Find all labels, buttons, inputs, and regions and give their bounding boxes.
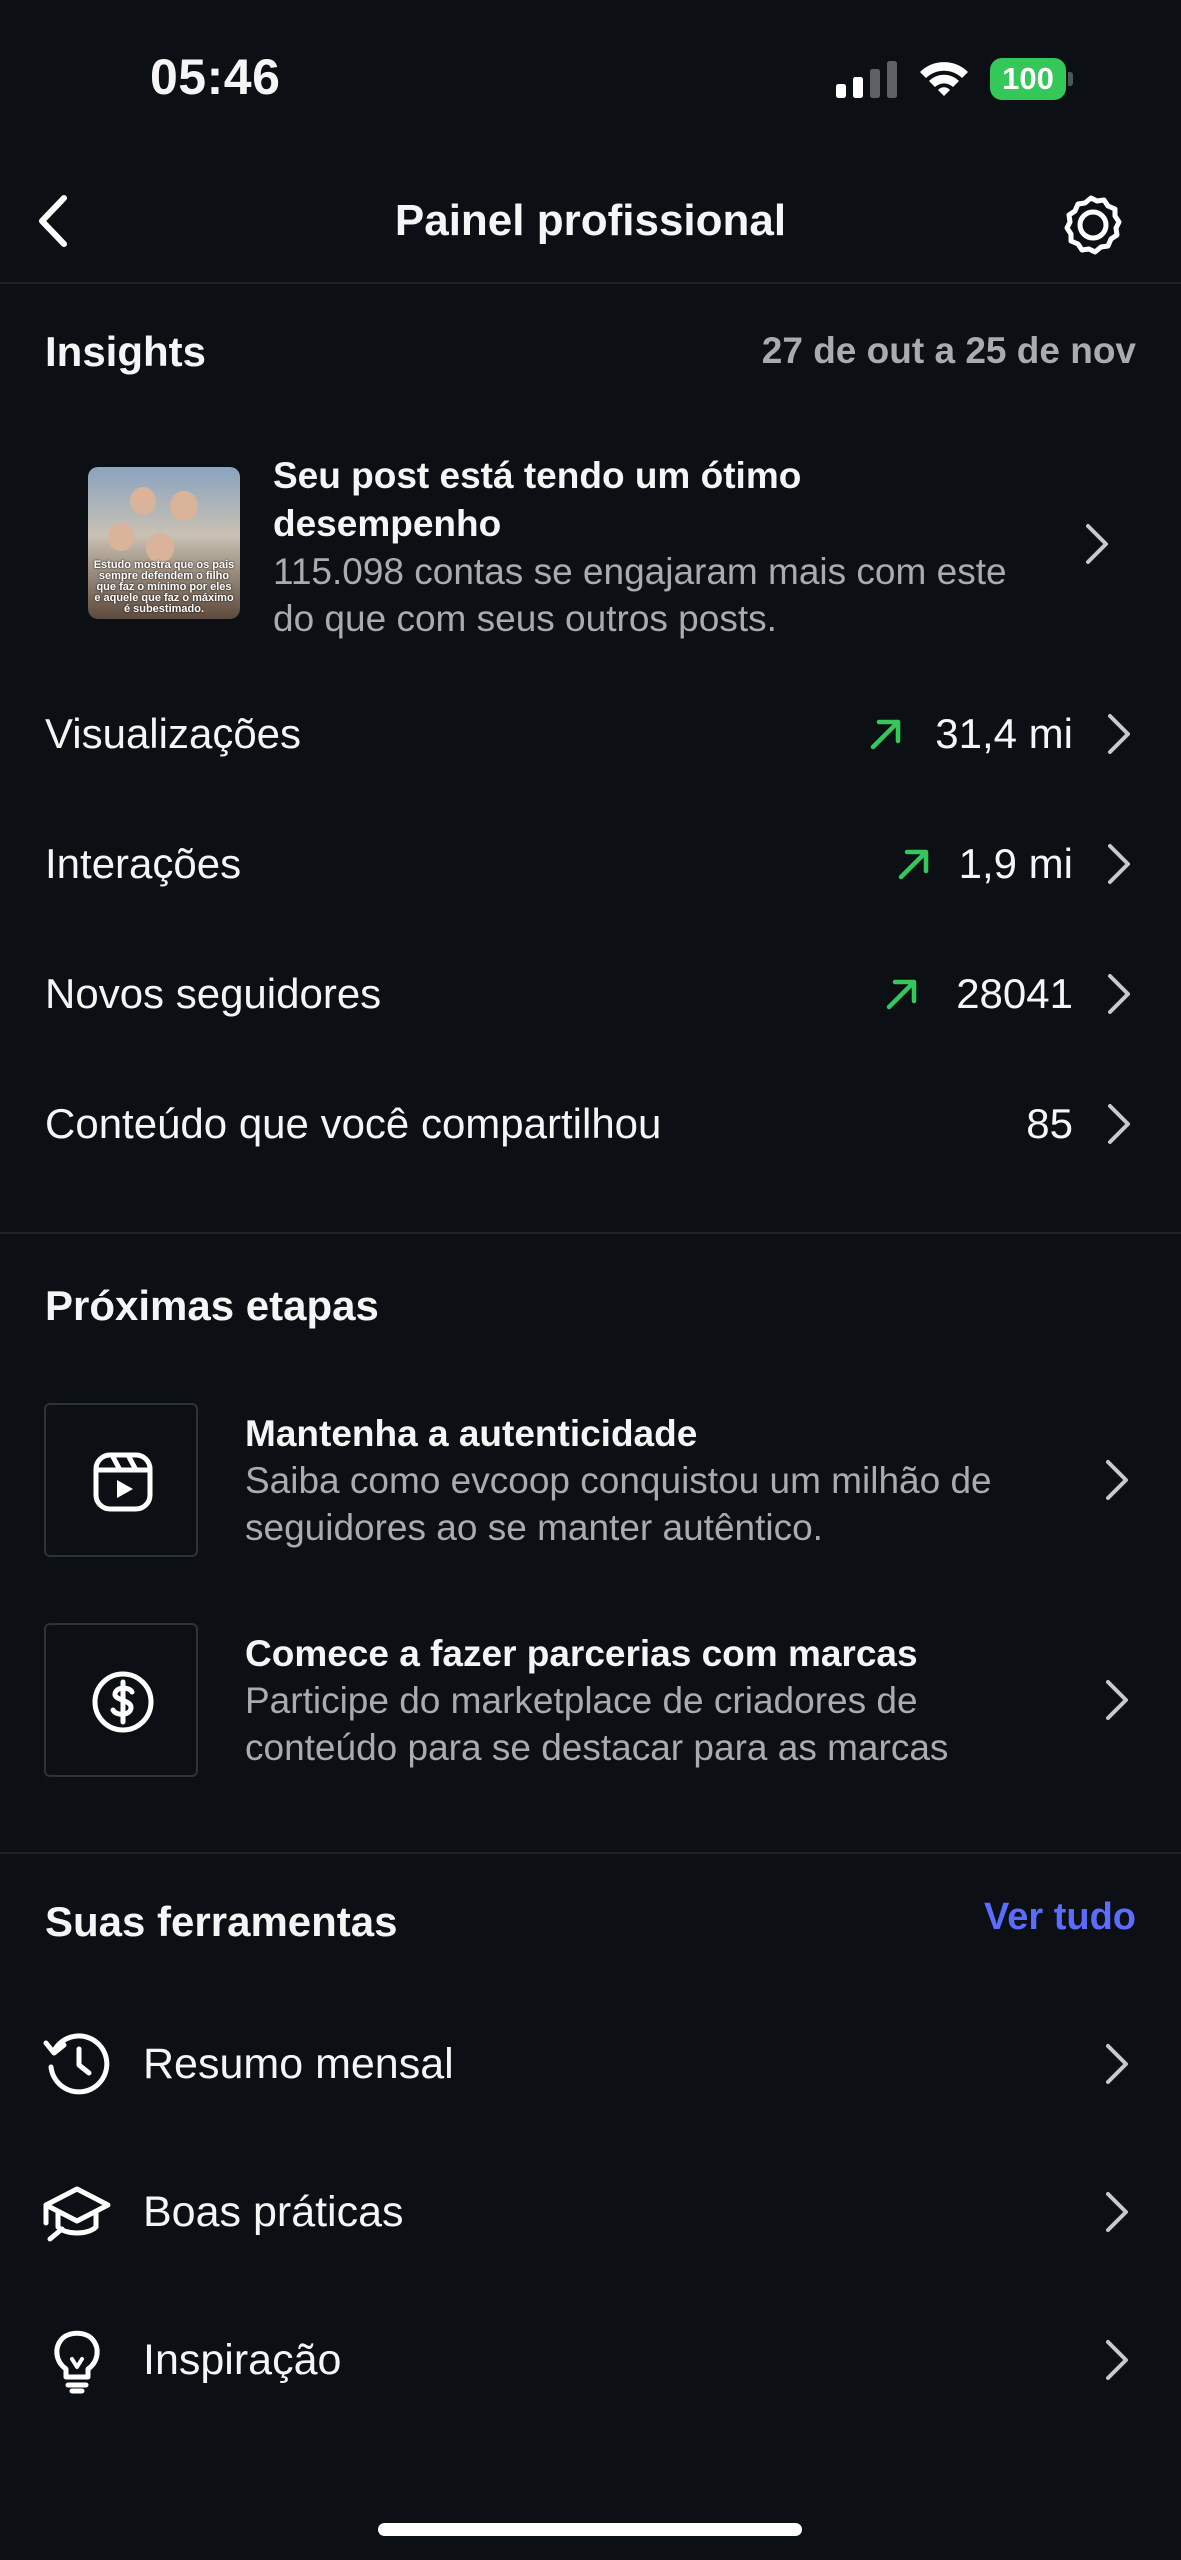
- step-icon-box: [44, 1403, 198, 1557]
- insights-date-range[interactable]: 27 de out a 25 de nov: [762, 330, 1136, 372]
- chevron-right-icon: [1106, 1102, 1132, 1146]
- insights-title: Insights: [45, 328, 207, 375]
- metric-value: 85: [1026, 1100, 1073, 1147]
- metric-label: Conteúdo que você compartilhou: [45, 1100, 662, 1147]
- tool-label: Boas práticas: [143, 2188, 404, 2236]
- battery-indicator: 100: [990, 58, 1073, 100]
- wifi-icon: [918, 58, 970, 98]
- cellular-signal-icon: [836, 60, 900, 102]
- next-steps-title: Próximas etapas: [45, 1282, 379, 1329]
- gear-icon: [1064, 195, 1122, 255]
- metric-label: Novos seguidores: [45, 970, 382, 1017]
- metric-label: Visualizações: [45, 710, 302, 757]
- chevron-right-icon: [1106, 842, 1132, 886]
- dollar-icon: [92, 1671, 154, 1733]
- see-all-link[interactable]: Ver tudo: [984, 1896, 1136, 1939]
- tool-label: Inspiração: [143, 2336, 342, 2384]
- battery-level: 100: [990, 58, 1066, 100]
- settings-button[interactable]: [1058, 192, 1124, 258]
- metric-value: 28041: [956, 970, 1073, 1017]
- header-divider: [0, 282, 1181, 284]
- chevron-right-icon: [1104, 1458, 1130, 1502]
- post-thumbnail: Estudo mostra que os pais sempre defende…: [88, 467, 240, 619]
- home-indicator[interactable]: [378, 2523, 802, 2536]
- section-divider: [0, 1232, 1181, 1234]
- reels-icon: [93, 1452, 153, 1512]
- step-icon-box: [44, 1623, 198, 1777]
- graduation-cap-icon: [42, 2177, 112, 2247]
- metric-label: Interações: [45, 840, 242, 887]
- post-card-title: Seu post está tendo um ótimo desempenho: [273, 455, 802, 544]
- chevron-right-icon: [1106, 712, 1132, 756]
- chevron-right-icon: [1106, 972, 1132, 1016]
- status-time: 05:46: [150, 49, 281, 105]
- chevron-right-icon: [1104, 2338, 1130, 2382]
- metric-value: 31,4 mi: [935, 710, 1073, 757]
- section-divider: [0, 1852, 1181, 1854]
- tools-title: Suas ferramentas: [45, 1898, 398, 1945]
- chevron-right-icon: [1104, 2190, 1130, 2234]
- chevron-right-icon: [1084, 522, 1110, 566]
- trend-up-icon: [896, 846, 932, 882]
- step-title: Comece a fazer parcerias com marcas: [245, 1633, 918, 1674]
- trend-up-icon: [884, 976, 920, 1012]
- history-icon: [42, 2029, 112, 2099]
- step-title: Mantenha a autenticidade: [245, 1413, 698, 1454]
- step-description: Participe do marketplace de criadores de…: [245, 1680, 949, 1768]
- post-card-description: 115.098 contas se engajaram mais com est…: [273, 551, 1007, 639]
- trend-up-icon: [868, 716, 904, 752]
- metric-value: 1,9 mi: [958, 840, 1073, 887]
- tool-label: Resumo mensal: [143, 2040, 454, 2088]
- page-title: Painel profissional: [394, 196, 787, 245]
- chevron-right-icon: [1104, 2042, 1130, 2086]
- lightbulb-icon: [42, 2325, 112, 2395]
- post-thumbnail-caption: Estudo mostra que os pais sempre defende…: [93, 559, 235, 615]
- step-description: Saiba como evcoop conquistou um milhão d…: [245, 1460, 992, 1548]
- chevron-right-icon: [1104, 1678, 1130, 1722]
